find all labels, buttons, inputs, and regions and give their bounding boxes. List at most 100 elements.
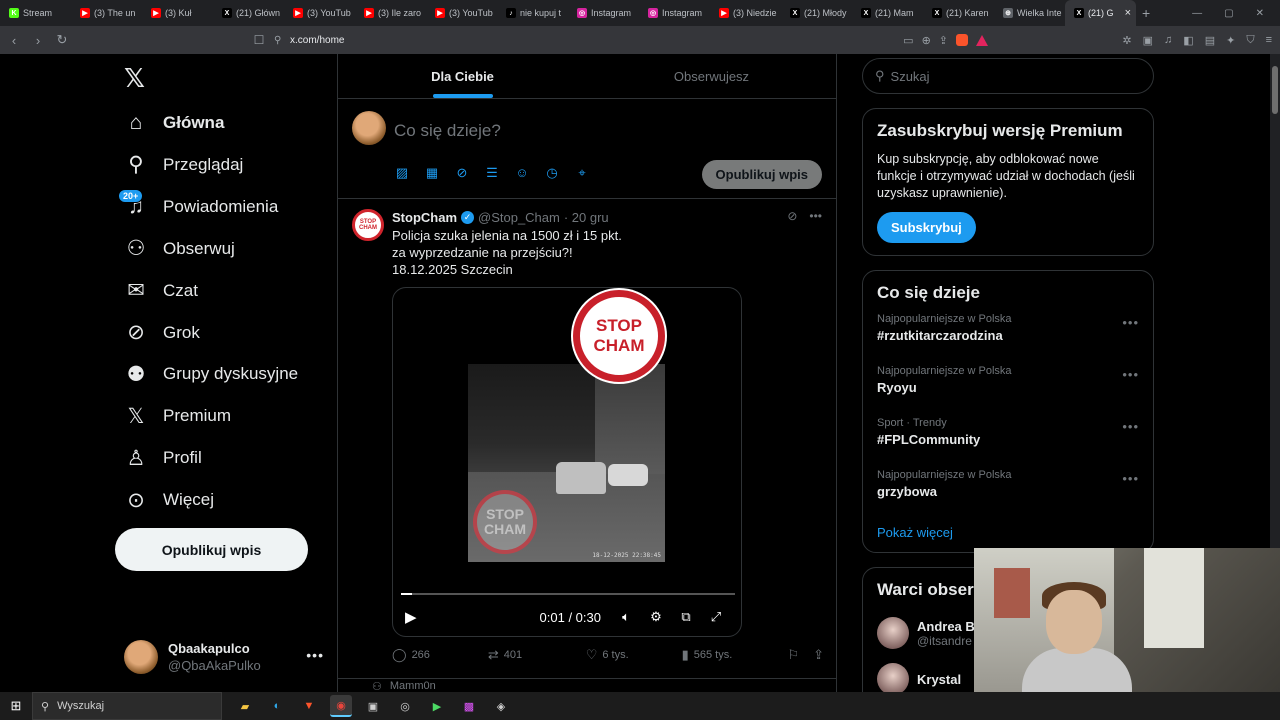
- browser-tab[interactable]: K Stream: [0, 0, 71, 26]
- poll-icon[interactable]: ☰: [484, 165, 500, 181]
- close-tab-icon[interactable]: ×: [1125, 7, 1131, 19]
- bookmark-icon[interactable]: ☐: [244, 33, 274, 47]
- video-progress-bar[interactable]: [401, 593, 735, 595]
- url-text[interactable]: x.com/home: [290, 35, 344, 46]
- nav-item-grok[interactable]: ⊘ Grok: [124, 313, 200, 353]
- share-icon[interactable]: ⇪: [939, 34, 948, 47]
- tab-for-you[interactable]: Dla Ciebie: [338, 54, 587, 98]
- next-tweet-header[interactable]: ⚇ Mamm0n: [372, 680, 436, 692]
- browser-tab[interactable]: X (21) G ×: [1065, 0, 1136, 26]
- chrome-icon[interactable]: ◉: [330, 695, 352, 717]
- nav-item-search[interactable]: ⚲ Przeglądaj: [124, 145, 243, 185]
- search-input[interactable]: ⚲ Szukaj: [862, 58, 1154, 94]
- pip-icon[interactable]: ⧉: [671, 609, 701, 625]
- like-button[interactable]: ♡ 6 tys.: [586, 647, 682, 663]
- edge-icon[interactable]: ◐: [266, 695, 288, 717]
- video-frame[interactable]: STOP CHAM 18-12-2025 22:38:45: [468, 364, 665, 562]
- browser-tab[interactable]: X (21) Karen: [923, 0, 994, 26]
- views-button[interactable]: ▮ 565 tys.: [682, 647, 788, 663]
- next-author[interactable]: Mamm0n: [390, 680, 436, 692]
- url-box[interactable]: ☐ ⚲ x.com/home ▭ ⊕ ⇪: [244, 29, 994, 51]
- back-icon[interactable]: ‹: [4, 33, 24, 48]
- tweet-avatar[interactable]: STOP CHAM: [352, 209, 384, 241]
- bookmark-icon[interactable]: ⚐: [787, 647, 799, 663]
- grok-icon[interactable]: ⊘: [787, 209, 797, 223]
- browser-tab[interactable]: ▶ (3) YouTub: [426, 0, 497, 26]
- app-icon[interactable]: ▩: [458, 695, 480, 717]
- menu-icon[interactable]: ≡: [1266, 34, 1272, 47]
- media-icon[interactable]: ♫: [1164, 34, 1172, 47]
- browser-tab[interactable]: ▶ (3) YouTub: [284, 0, 355, 26]
- compose-input[interactable]: Co się dzieje?: [394, 121, 501, 141]
- media-icon[interactable]: ▨: [394, 165, 410, 181]
- browser-tab[interactable]: ▶ (3) The un: [71, 0, 142, 26]
- location-icon[interactable]: ⌖: [574, 165, 590, 181]
- browser-tab[interactable]: ▶ (3) Niedzie: [710, 0, 781, 26]
- brave-rewards-icon[interactable]: [976, 34, 988, 46]
- more-dots-icon[interactable]: •••: [306, 647, 324, 663]
- video-player[interactable]: STOP CHAM 18-12-2025 22:38:45 STOP CHAM ▶ …: [392, 287, 742, 637]
- screenshot-icon[interactable]: ▣: [1143, 34, 1153, 47]
- more-dots-icon[interactable]: •••: [1122, 419, 1139, 434]
- wallet-icon[interactable]: ▤: [1205, 34, 1215, 47]
- settings-icon[interactable]: ⚙: [641, 609, 671, 625]
- tweet-time[interactable]: · 20 gru: [564, 210, 609, 225]
- leo-ai-icon[interactable]: ✦: [1226, 34, 1235, 47]
- nav-item-profile[interactable]: ♙ Profil: [124, 438, 202, 478]
- tab-following[interactable]: Obserwujesz: [587, 54, 836, 98]
- nav-item-more[interactable]: ⊙ Więcej: [124, 480, 214, 520]
- grok-icon[interactable]: ⊘: [454, 165, 470, 181]
- volume-icon[interactable]: 🔈︎: [611, 609, 641, 625]
- more-dots-icon[interactable]: •••: [1122, 315, 1139, 330]
- gif-icon[interactable]: ▦: [424, 165, 440, 181]
- tweet-author[interactable]: StopCham: [392, 210, 457, 225]
- more-dots-icon[interactable]: •••: [1122, 367, 1139, 382]
- play-icon[interactable]: ▶: [405, 608, 417, 626]
- browser-tab[interactable]: ♪ nie kupuj t: [497, 0, 568, 26]
- sidebar-toggle-icon[interactable]: ◧: [1183, 34, 1193, 47]
- browser-tab[interactable]: X (21) Mam: [852, 0, 923, 26]
- brave-icon[interactable]: ▼: [298, 695, 320, 717]
- taskbar-search[interactable]: ⚲ Wyszukaj: [32, 692, 222, 720]
- browser-tab[interactable]: ◎ Instagram: [639, 0, 710, 26]
- minimize-icon[interactable]: —: [1192, 8, 1202, 19]
- trend-item[interactable]: Najpopularniejsze w Polska #rzutkitarczar…: [877, 313, 1139, 365]
- publish-button[interactable]: Opublikuj wpis: [701, 160, 822, 189]
- app-icon[interactable]: ◈: [490, 695, 512, 717]
- reload-icon[interactable]: ↻: [52, 32, 72, 48]
- show-more-link[interactable]: Pokaż więcej: [877, 525, 1139, 540]
- post-button[interactable]: Opublikuj wpis: [115, 528, 308, 571]
- forward-icon[interactable]: ›: [28, 33, 48, 48]
- browser-tab[interactable]: ◎ Instagram: [568, 0, 639, 26]
- browser-tab[interactable]: X (21) Główn: [213, 0, 284, 26]
- nav-item-follow[interactable]: ⚇ Obserwuj: [124, 229, 235, 269]
- account-switcher[interactable]: Qbaakapulco @QbaAkaPulko •••: [124, 637, 324, 677]
- windows-start-icon[interactable]: ⊞: [0, 698, 32, 714]
- more-dots-icon[interactable]: •••: [809, 209, 822, 223]
- trend-item[interactable]: Sport · Trendy #FPLCommunity •••: [877, 417, 1139, 469]
- emoji-icon[interactable]: ☺: [514, 165, 530, 181]
- site-info-icon[interactable]: ⚲: [274, 35, 290, 46]
- obs-icon[interactable]: ◎: [394, 695, 416, 717]
- nav-item-bell[interactable]: ♫ 20+ Powiadomienia: [118, 187, 278, 227]
- browser-tab[interactable]: ▶ (3) Kuł: [142, 0, 213, 26]
- cast-icon[interactable]: ▭: [903, 34, 913, 47]
- zoom-icon[interactable]: ⊕: [922, 34, 931, 47]
- subscribe-button[interactable]: Subskrybuj: [877, 212, 976, 243]
- close-window-icon[interactable]: ✕: [1256, 8, 1264, 19]
- trend-item[interactable]: Najpopularniejsze w Polska Ryoyu •••: [877, 365, 1139, 417]
- brave-shields-icon[interactable]: [956, 34, 968, 46]
- new-tab-icon[interactable]: +: [1142, 5, 1150, 21]
- page-scrollbar[interactable]: [1270, 54, 1280, 548]
- maximize-icon[interactable]: ▢: [1224, 8, 1233, 19]
- reply-button[interactable]: ◯ 266: [392, 647, 488, 663]
- tweet[interactable]: STOP CHAM StopCham ✓ @Stop_Cham · 20 gru…: [338, 199, 836, 679]
- nav-item-x-premium[interactable]: 𝕏 Premium: [124, 396, 231, 436]
- nav-item-communities[interactable]: ⚉ Grupy dyskusyjne: [124, 354, 299, 394]
- browser-tab[interactable]: ⊕ Wielka Inte: [994, 0, 1065, 26]
- nav-item-mail[interactable]: ✉ Czat: [124, 271, 198, 311]
- app-icon[interactable]: ▶: [426, 695, 448, 717]
- file-explorer-icon[interactable]: ▰: [234, 695, 256, 717]
- tweet-handle[interactable]: @Stop_Cham: [478, 210, 560, 225]
- repost-button[interactable]: ⇄ 401: [488, 647, 586, 663]
